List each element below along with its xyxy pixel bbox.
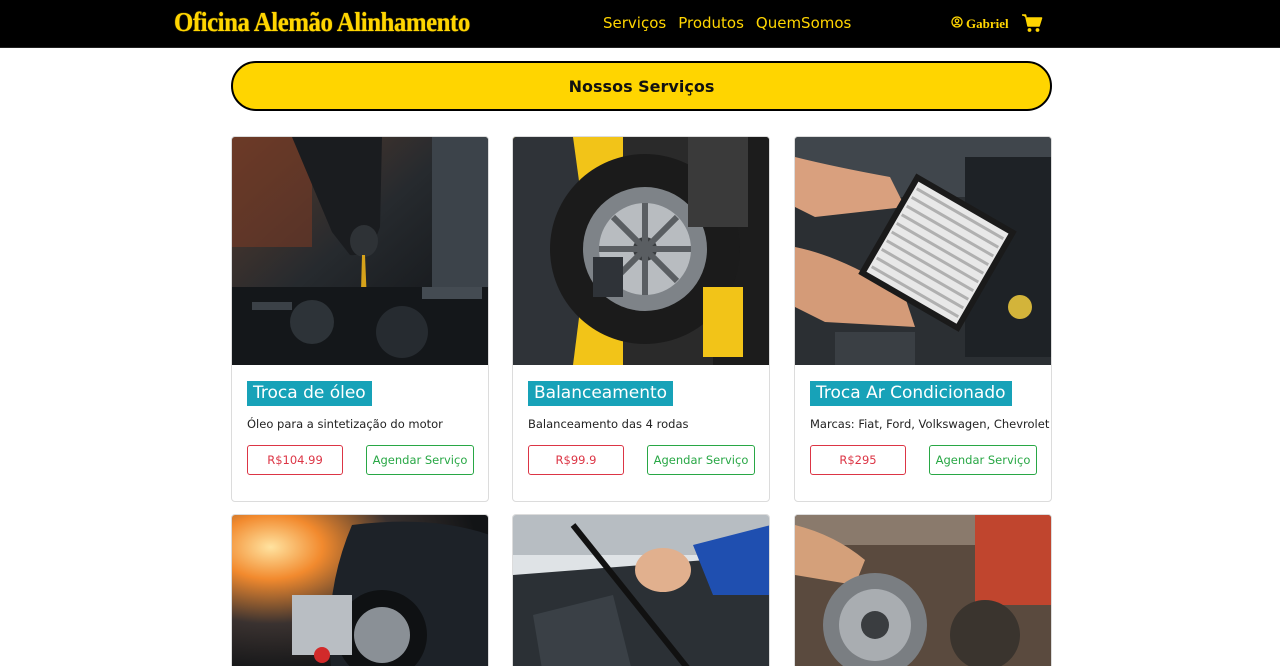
- air-filter-photo: [795, 137, 1051, 365]
- schedule-service-button[interactable]: Agendar Serviço: [647, 445, 755, 475]
- service-card-alinhamento: [231, 514, 489, 666]
- service-card-embreagem: [794, 514, 1052, 666]
- service-description: Balanceamento das 4 rodas: [528, 417, 689, 431]
- oil-change-photo: [232, 137, 488, 365]
- wheel-alignment-photo: [232, 515, 488, 666]
- service-description: Marcas: Fiat, Ford, Volkswagen, Chevrole…: [810, 417, 1050, 431]
- clutch-repair-photo: [795, 515, 1051, 666]
- user-circle-icon: [951, 16, 963, 32]
- service-card-limpador: [512, 514, 770, 666]
- service-card-troca-oleo: Troca de óleo Óleo para a sintetização d…: [231, 136, 489, 502]
- price-badge: R$295: [810, 445, 906, 475]
- service-title: Troca de óleo: [247, 381, 372, 406]
- service-description: Óleo para a sintetização do motor: [247, 417, 443, 431]
- service-title: Balanceamento: [528, 381, 674, 406]
- shopping-cart-icon[interactable]: [1021, 13, 1043, 33]
- windshield-wiper-photo: [513, 515, 769, 666]
- price-badge: R$99.9: [528, 445, 624, 475]
- section-banner: Nossos Serviços: [231, 61, 1052, 111]
- nav-link-quemsomos[interactable]: QuemSomos: [756, 14, 851, 32]
- price-badge: R$104.99: [247, 445, 343, 475]
- main-nav: Serviços Produtos QuemSomos: [603, 14, 851, 32]
- user-menu[interactable]: Gabriel: [951, 16, 1009, 32]
- user-name: Gabriel: [966, 16, 1009, 31]
- service-card-troca-ar-condicionado: Troca Ar Condicionado Marcas: Fiat, Ford…: [794, 136, 1052, 502]
- service-title: Troca Ar Condicionado: [810, 381, 1012, 406]
- wheel-balancing-photo: [513, 137, 769, 365]
- schedule-service-button[interactable]: Agendar Serviço: [929, 445, 1037, 475]
- nav-link-servicos[interactable]: Serviços: [603, 14, 666, 32]
- brand-logo[interactable]: Oficina Alemão Alinhamento: [174, 7, 470, 38]
- top-navbar: Oficina Alemão Alinhamento Serviços Prod…: [0, 0, 1280, 48]
- section-title: Nossos Serviços: [568, 76, 715, 96]
- nav-link-produtos[interactable]: Produtos: [678, 14, 744, 32]
- schedule-service-button[interactable]: Agendar Serviço: [366, 445, 474, 475]
- service-card-balanceamento: Balanceamento Balanceamento das 4 rodas …: [512, 136, 770, 502]
